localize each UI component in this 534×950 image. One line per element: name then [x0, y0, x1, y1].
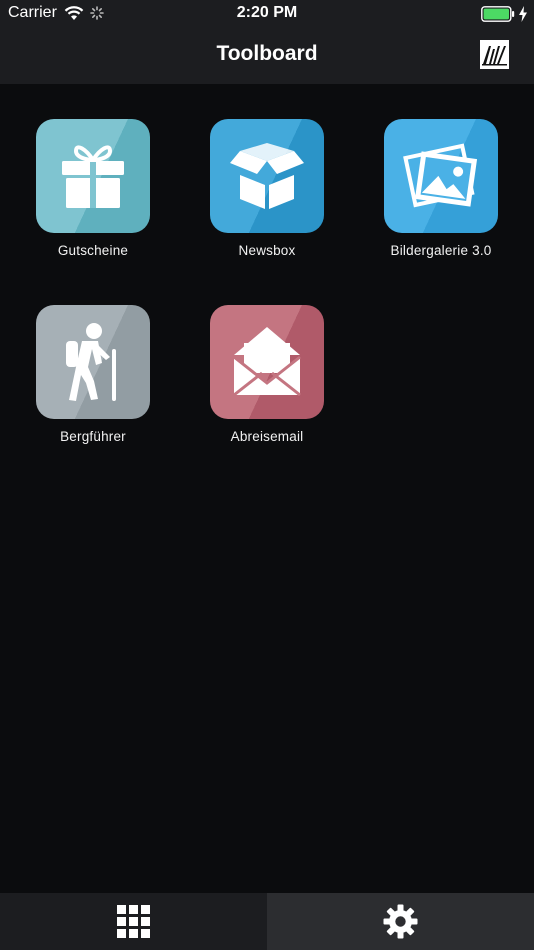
tool-grid: Gutscheine Newsbox Bildergalerie 3.0 Ber…: [0, 84, 534, 893]
battery-icon: [481, 6, 515, 22]
open-envelope-icon: [210, 305, 324, 419]
hiker-icon: [36, 305, 150, 419]
tile-bildergalerie[interactable]: Bildergalerie 3.0: [371, 119, 511, 258]
tab-settings[interactable]: [267, 893, 534, 950]
page-title: Toolboard: [216, 42, 318, 65]
open-box-icon: [210, 119, 324, 233]
tile-label: Bergführer: [60, 429, 126, 444]
tile-bergfuehrer[interactable]: Bergführer: [23, 305, 163, 444]
tile-label: Gutscheine: [57, 243, 129, 258]
tab-apps[interactable]: [0, 893, 267, 950]
status-bar: Carrier 2:20 PM: [0, 0, 534, 28]
tab-bar: [0, 893, 534, 950]
tile-label: Bildergalerie 3.0: [390, 243, 492, 258]
brand-logo-icon[interactable]: [480, 40, 509, 69]
gift-icon: [36, 119, 150, 233]
photo-gallery-icon: [384, 119, 498, 233]
tile-gutscheine[interactable]: Gutscheine: [23, 119, 163, 258]
nav-bar: Toolboard: [0, 28, 534, 84]
status-time: 2:20 PM: [236, 4, 298, 21]
tile-label: Abreisemail: [230, 429, 304, 444]
gear-icon: [383, 904, 418, 939]
tile-abreisemail[interactable]: Abreisemail: [197, 305, 337, 444]
tile-label: Newsbox: [238, 243, 296, 258]
tile-newsbox[interactable]: Newsbox: [197, 119, 337, 258]
charging-bolt-icon: [519, 6, 527, 22]
grid-icon: [117, 905, 150, 938]
